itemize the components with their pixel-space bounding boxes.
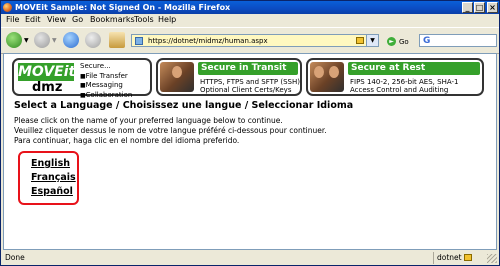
language-link-english[interactable]: English — [31, 158, 70, 169]
rest-photo — [310, 62, 344, 92]
menu-go[interactable]: Go — [72, 14, 83, 26]
person-icon — [329, 66, 339, 78]
person-icon — [314, 66, 324, 78]
instruction-text: Please click on the name of your preferr… — [14, 116, 283, 125]
transit-title: Secure in Transit — [198, 62, 298, 75]
language-link-espanol[interactable]: Español — [31, 186, 73, 197]
window-title: MOVEit Sample: Not Signed On - Mozilla F… — [15, 3, 231, 12]
menu-view[interactable]: View — [47, 14, 66, 26]
status-bar: Done dotnet — [1, 251, 499, 265]
status-host: dotnet — [437, 253, 462, 262]
url-text[interactable]: https://dotnet/midmz/human.aspx — [148, 35, 268, 48]
resize-grip-icon[interactable] — [487, 254, 497, 263]
page-icon — [135, 37, 143, 45]
transit-photo — [160, 62, 194, 92]
menu-help[interactable]: Help — [158, 14, 176, 26]
secure-at-rest-panel: Secure at Rest FIPS 140-2, 256-bit AES, … — [306, 58, 484, 96]
reload-button[interactable] — [63, 32, 79, 48]
stop-button[interactable] — [85, 32, 101, 48]
feature-item: Messaging — [80, 81, 132, 91]
features-list: Secure... File Transfer Messaging Collab… — [80, 62, 132, 100]
lock-icon[interactable] — [356, 37, 364, 44]
rest-line: FIPS 140-2, 256-bit AES, SHA-1 — [350, 78, 459, 86]
language-list: English Français Español — [18, 151, 79, 205]
transit-line: HTTPS, FTPS and SFTP (SSH) — [200, 78, 300, 86]
feature-item: File Transfer — [80, 72, 132, 82]
logo-sub: dmz — [32, 80, 63, 95]
menu-tools[interactable]: Tools — [134, 14, 154, 26]
firefox-icon — [3, 3, 12, 12]
forward-button[interactable] — [34, 32, 50, 48]
go-icon[interactable]: ► — [387, 37, 396, 46]
home-button[interactable] — [109, 32, 125, 48]
maximize-button[interactable]: □ — [474, 2, 485, 13]
search-input[interactable]: G — [419, 34, 497, 47]
page-content: MOVEit dmz Secure... File Transfer Messa… — [3, 53, 497, 250]
back-button[interactable] — [6, 32, 22, 48]
close-button[interactable]: × — [487, 2, 498, 13]
title-bar: MOVEit Sample: Not Signed On - Mozilla F… — [1, 1, 499, 14]
menu-bar: File Edit View Go Bookmarks Tools Help — [1, 14, 499, 26]
language-link-francais[interactable]: Français — [31, 172, 76, 183]
url-bar[interactable]: https://dotnet/midmz/human.aspx ▼ — [131, 34, 379, 47]
menu-bookmarks[interactable]: Bookmarks — [90, 14, 135, 26]
navigation-toolbar: ▼ ▼ https://dotnet/midmz/human.aspx ▼ ► … — [1, 27, 499, 54]
rest-line: Access Control and Auditing — [350, 86, 449, 94]
minimize-button[interactable]: _ — [462, 2, 473, 13]
transit-line: Optional Client Certs/Keys — [200, 86, 292, 94]
google-icon: G — [423, 36, 431, 46]
page-title: Select a Language / Choisissez une langu… — [14, 100, 354, 111]
features-heading: Secure... — [80, 62, 111, 70]
rest-title: Secure at Rest — [348, 62, 480, 75]
lock-icon[interactable] — [464, 254, 472, 261]
url-dropdown-icon[interactable]: ▼ — [366, 35, 378, 46]
person-icon — [172, 66, 182, 78]
menu-edit[interactable]: Edit — [25, 14, 41, 26]
browser-window: MOVEit Sample: Not Signed On - Mozilla F… — [0, 0, 500, 266]
status-divider — [433, 252, 434, 264]
secure-in-transit-panel: Secure in Transit HTTPS, FTPS and SFTP (… — [156, 58, 302, 96]
menu-file[interactable]: File — [6, 14, 19, 26]
logo-word: MOVEit — [18, 63, 76, 81]
forward-dropdown-icon[interactable]: ▼ — [52, 37, 57, 44]
instruction-text: Veuillez cliqueter dessus le nom de votr… — [14, 126, 327, 135]
instruction-text: Para continuar, haga clic en el nombre d… — [14, 136, 240, 145]
status-text: Done — [5, 253, 25, 262]
go-button[interactable]: Go — [399, 38, 409, 46]
moveit-dmz-logo: MOVEit dmz Secure... File Transfer Messa… — [12, 58, 152, 99]
back-dropdown-icon[interactable]: ▼ — [24, 37, 29, 44]
feature-item: Collaboration — [80, 91, 133, 101]
